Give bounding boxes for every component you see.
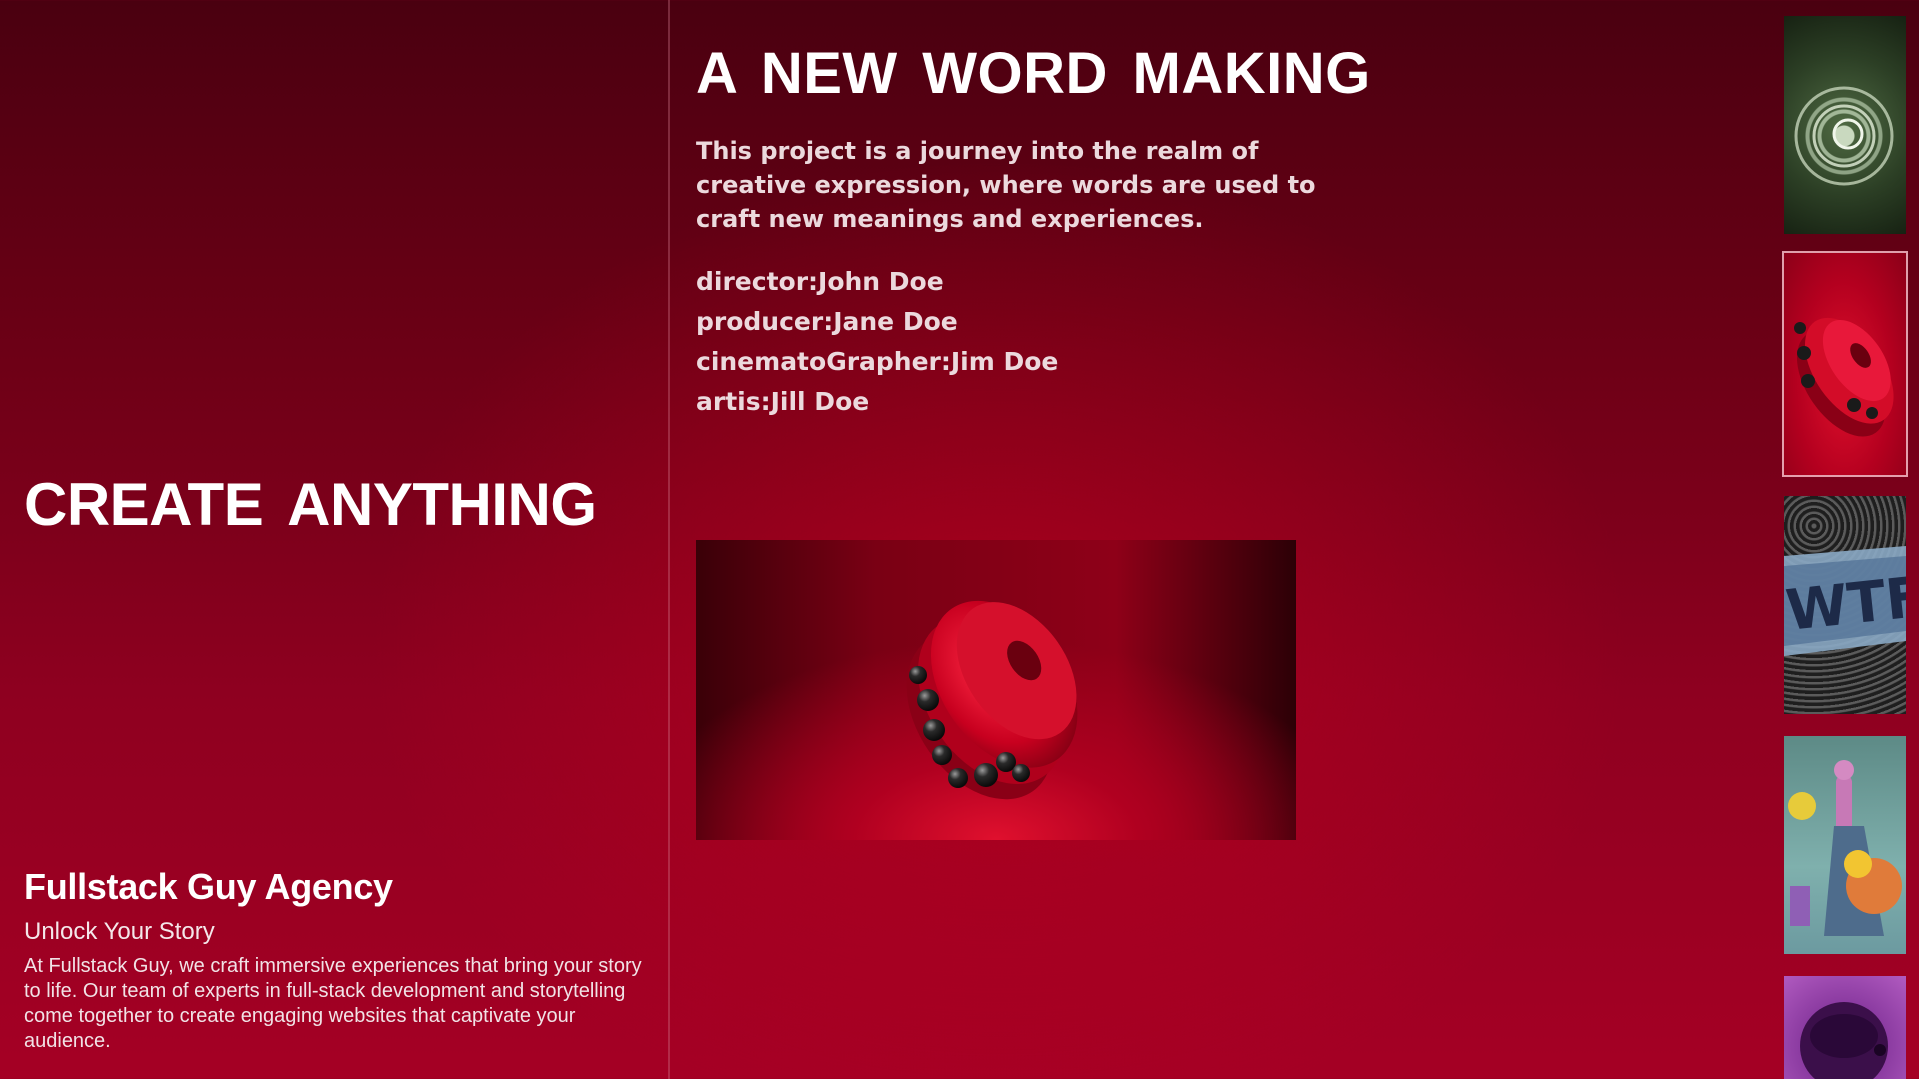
project-feature-image — [696, 540, 1296, 840]
abstract-shapes-thumbnail — [1788, 760, 1902, 936]
project-title: A NEW WORD MAKING — [696, 41, 1371, 106]
left-panel: CREATE ANYTHING Fullstack Guy Agency Unl… — [0, 0, 670, 1079]
purple-orb-thumbnail — [1800, 1002, 1888, 1079]
wtf-glitch-thumbnail: WTF — [1784, 546, 1906, 656]
svg-text:WTF: WTF — [1784, 565, 1906, 644]
credit-director: director:John Doe — [696, 267, 944, 296]
thumbnail-4[interactable] — [1784, 736, 1906, 954]
thumbnail-5[interactable] — [1784, 976, 1906, 1079]
agency-name: Fullstack Guy Agency — [24, 866, 393, 907]
agency-info: Fullstack Guy Agency Unlock Your Story A… — [24, 866, 654, 1054]
agency-tagline: Unlock Your Story — [24, 918, 215, 945]
hero-title: CREATE ANYTHING — [24, 471, 597, 538]
project-details: A NEW WORD MAKING This project is a jour… — [696, 44, 1396, 438]
thumbnail-2[interactable] — [1782, 251, 1908, 477]
red-torus-thumbnail — [1794, 317, 1894, 437]
spiral-artwork-thumbnail — [1794, 86, 1894, 186]
credit-artist: artis:Jill Doe — [696, 387, 870, 416]
credit-producer: producer:Jane Doe — [696, 307, 958, 336]
thumbnail-3[interactable]: WTF — [1784, 496, 1906, 714]
credit-cinematographer: cinematoGrapher:Jim Doe — [696, 347, 1059, 376]
red-torus-icon — [906, 600, 1078, 800]
agency-description: At Fullstack Guy, we craft immersive exp… — [24, 955, 642, 1052]
credits-list: director:John Doe producer:Jane Doe cine… — [696, 262, 1396, 422]
project-description: This project is a journey into the realm… — [696, 137, 1316, 233]
thumbnail-1[interactable] — [1784, 16, 1906, 234]
